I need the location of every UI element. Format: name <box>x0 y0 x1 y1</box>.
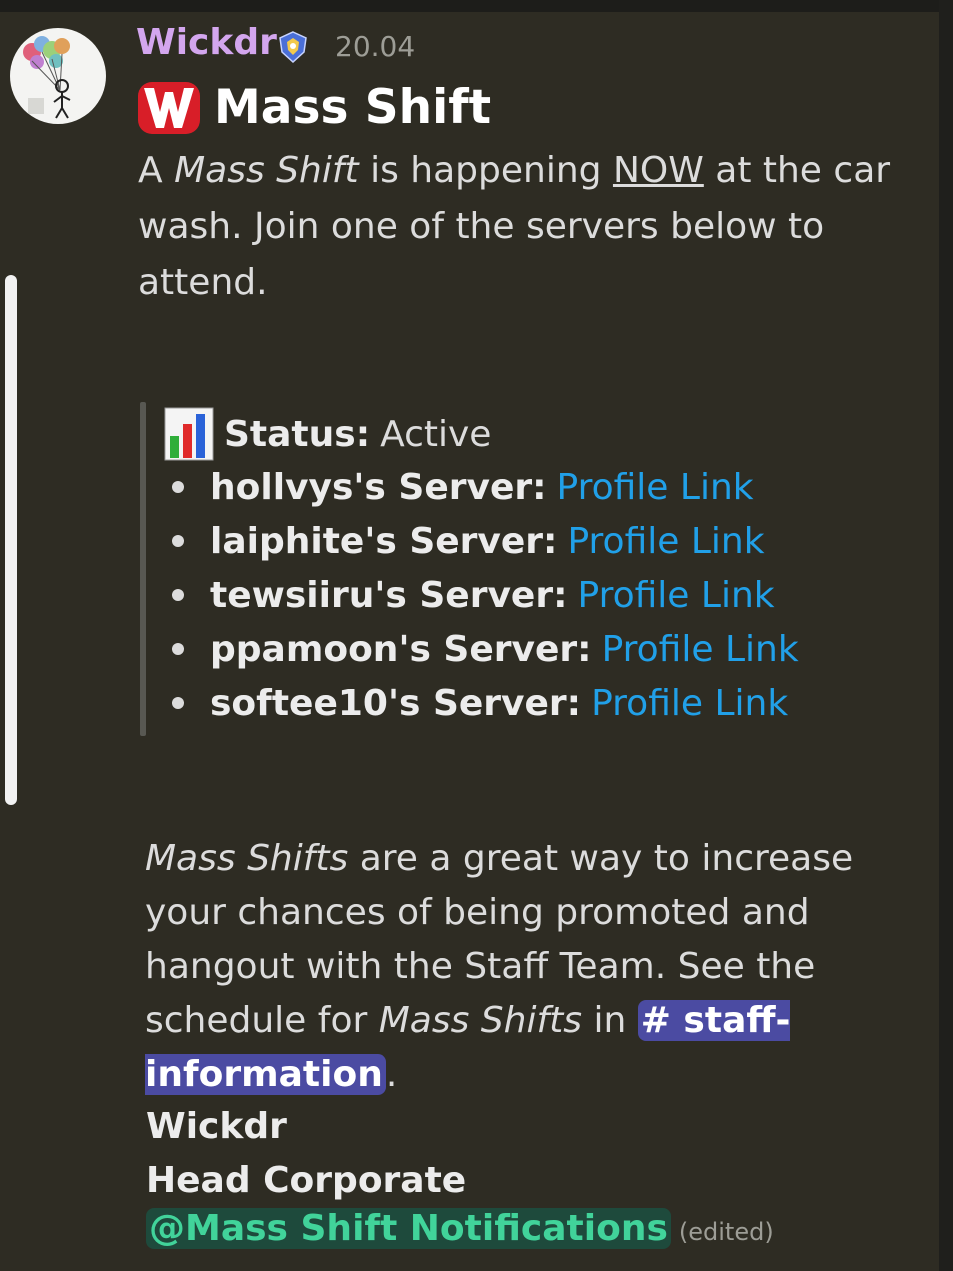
signature-name: Wickdr <box>146 1106 287 1147</box>
intro-text-2: is happening <box>358 150 613 191</box>
outro-paragraph: Mass Shifts are a great way to increase … <box>145 832 935 1102</box>
server-list-item: ppamoon's Server: Profile Link <box>166 622 799 676</box>
top-edge <box>0 0 953 12</box>
bullet <box>172 697 184 709</box>
profile-link[interactable]: Profile Link <box>602 629 799 670</box>
intro-text-1: A <box>138 150 175 191</box>
profile-link[interactable]: Profile Link <box>578 575 775 616</box>
profile-link[interactable]: Profile Link <box>557 467 754 508</box>
author-username[interactable]: Wickdr <box>136 22 277 63</box>
message-title-row: Mass Shift <box>136 78 491 136</box>
bullet <box>172 535 184 547</box>
bar-chart-icon <box>164 407 214 461</box>
signature-role: Head Corporate <box>146 1160 467 1201</box>
outro-text-2: in <box>582 1000 638 1041</box>
status-row: Status: Active <box>164 406 491 462</box>
status-label: Status: <box>224 413 371 455</box>
bullet <box>172 589 184 601</box>
outro-italic-2: Mass Shifts <box>378 1000 583 1041</box>
balloon-avatar-icon <box>23 36 71 119</box>
role-mention-row: @Mass Shift Notifications (edited) <box>146 1208 774 1249</box>
server-name: softee10's Server: <box>210 682 582 724</box>
server-list-item: hollvys's Server: Profile Link <box>166 460 799 514</box>
bullet <box>172 481 184 493</box>
server-list-item: softee10's Server: Profile Link <box>166 676 799 730</box>
server-list-item: laiphite's Server: Profile Link <box>166 514 799 568</box>
server-list: hollvys's Server: Profile Link laiphite'… <box>166 460 799 730</box>
role-mention[interactable]: @Mass Shift Notifications <box>146 1208 671 1249</box>
server-name: ppamoon's Server: <box>210 628 592 670</box>
server-list-item: tewsiiru's Server: Profile Link <box>166 568 799 622</box>
avatar[interactable] <box>10 28 106 124</box>
message-title: Mass Shift <box>214 79 492 135</box>
outro-italic-1: Mass Shifts <box>145 838 349 879</box>
server-name: hollvys's Server: <box>210 466 547 508</box>
intro-italic: Mass Shift <box>174 150 359 191</box>
bullet <box>172 643 184 655</box>
intro-paragraph: A Mass Shift is happening NOW at the car… <box>138 143 898 311</box>
status-value: Active <box>380 413 492 455</box>
edited-label: (edited) <box>678 1217 774 1246</box>
server-name: laiphite's Server: <box>210 520 558 562</box>
server-name: tewsiiru's Server: <box>210 574 568 616</box>
blockquote-bar <box>140 402 146 736</box>
scrollbar-thumb[interactable] <box>5 275 17 805</box>
profile-link[interactable]: Profile Link <box>591 683 788 724</box>
message-timestamp[interactable]: 20.04 <box>335 30 415 63</box>
shield-badge-icon[interactable] <box>276 30 310 64</box>
right-edge <box>939 0 953 1271</box>
letter-w-icon <box>138 82 200 134</box>
intro-underline: NOW <box>612 150 704 191</box>
profile-link[interactable]: Profile Link <box>567 521 764 562</box>
outro-text-3: . <box>385 1054 398 1095</box>
